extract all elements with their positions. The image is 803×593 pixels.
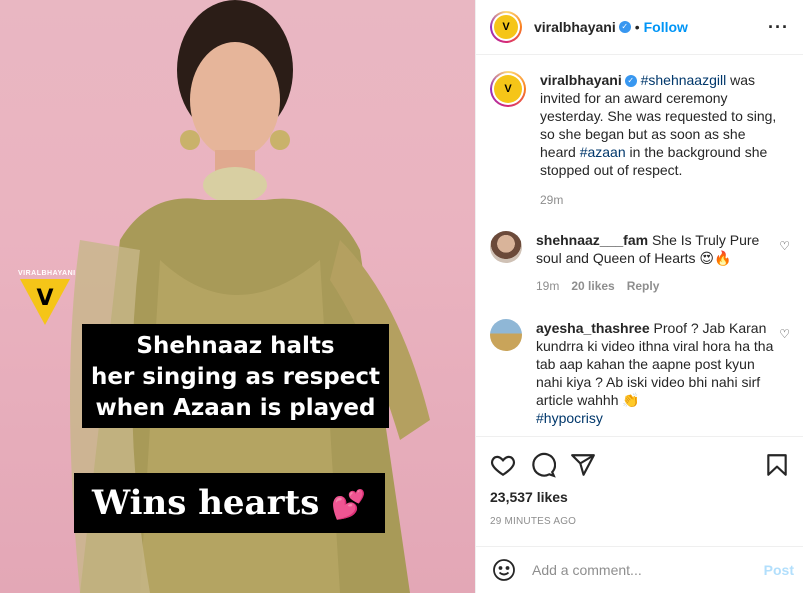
caption-author-avatar[interactable]: V [490, 71, 526, 107]
comment-time[interactable]: 19m [536, 277, 559, 295]
verified-badge-icon: ✓ [624, 75, 637, 88]
hashtag-hypocrisy[interactable]: #hypocrisy [536, 409, 780, 427]
author-username[interactable]: viralbhayani [534, 19, 616, 35]
likes-count[interactable]: 23,537 likes [490, 489, 790, 505]
like-comment-heart-icon[interactable]: ♡ [779, 239, 790, 253]
v-logo-icon: V [20, 279, 70, 325]
svg-text:V: V [36, 286, 53, 311]
author-avatar[interactable]: V [490, 11, 522, 43]
comment-username[interactable]: ayesha_thashree [536, 320, 650, 336]
share-send-icon[interactable] [570, 452, 596, 478]
post-actions: 23,537 likes 29 minutes ago [476, 436, 803, 527]
caption-username[interactable]: viralbhayani [540, 72, 622, 88]
caption-line-3: when Azaan is played [95, 395, 376, 421]
emoji-smiley-icon[interactable] [492, 558, 516, 582]
image-caption-box: Shehnaaz halts her singing as respect wh… [82, 324, 389, 428]
post-timestamp[interactable]: 29 minutes ago [490, 516, 790, 527]
follow-button[interactable]: Follow [644, 19, 688, 35]
like-comment-heart-icon[interactable]: ♡ [779, 327, 790, 341]
comment-item: ayesha_thashree Proof ? Jab Karan kundrr… [490, 319, 790, 427]
reply-button[interactable]: Reply [627, 277, 660, 295]
post-caption: V viralbhayani ✓ #shehnaazgill was invite… [490, 71, 790, 209]
avatar-logo: V [494, 75, 522, 103]
wins-hearts-text: Wins hearts [92, 483, 320, 523]
viralbhayani-watermark: VIRALBHAYANI V [18, 270, 76, 330]
hashtag-shehnaazgill[interactable]: #shehnaazgill [641, 72, 727, 88]
comment-item: shehnaaz___fam She Is Truly Pure soul an… [490, 231, 790, 295]
save-bookmark-icon[interactable] [764, 452, 790, 478]
avatar-logo: V [494, 15, 518, 39]
comment-username[interactable]: shehnaaz___fam [536, 232, 648, 248]
separator-dot: • [634, 19, 640, 35]
two-hearts-emoji: 💕 [331, 488, 367, 521]
caption-line-2: her singing as respect [90, 364, 380, 390]
caption-line-1: Shehnaaz halts [136, 333, 335, 359]
post-header: V viralbhayani ✓ • Follow ··· [476, 0, 803, 55]
post-sidebar: V viralbhayani ✓ • Follow ··· V viralbha… [475, 0, 803, 593]
commenter-avatar[interactable] [490, 319, 522, 351]
comment-bubble-icon[interactable] [530, 452, 556, 478]
watermark-text: VIRALBHAYANI [18, 270, 76, 277]
comments-section[interactable]: V viralbhayani ✓ #shehnaazgill was invite… [476, 56, 803, 436]
more-options-icon[interactable]: ··· [768, 17, 789, 38]
commenter-avatar[interactable] [490, 231, 522, 263]
hashtag-azaan[interactable]: #azaan [580, 144, 626, 160]
caption-time[interactable]: 29m [540, 191, 563, 209]
verified-badge-icon: ✓ [618, 21, 631, 33]
post-image[interactable]: VIRALBHAYANI V Shehnaaz halts her singin… [0, 0, 475, 593]
add-comment-bar: Post [476, 546, 803, 593]
post-comment-button[interactable]: Post [764, 562, 794, 578]
wins-hearts-box: Wins hearts 💕 [74, 473, 385, 533]
comment-input[interactable] [532, 562, 764, 578]
like-heart-icon[interactable] [490, 452, 516, 478]
comment-likes[interactable]: 20 likes [571, 277, 614, 295]
